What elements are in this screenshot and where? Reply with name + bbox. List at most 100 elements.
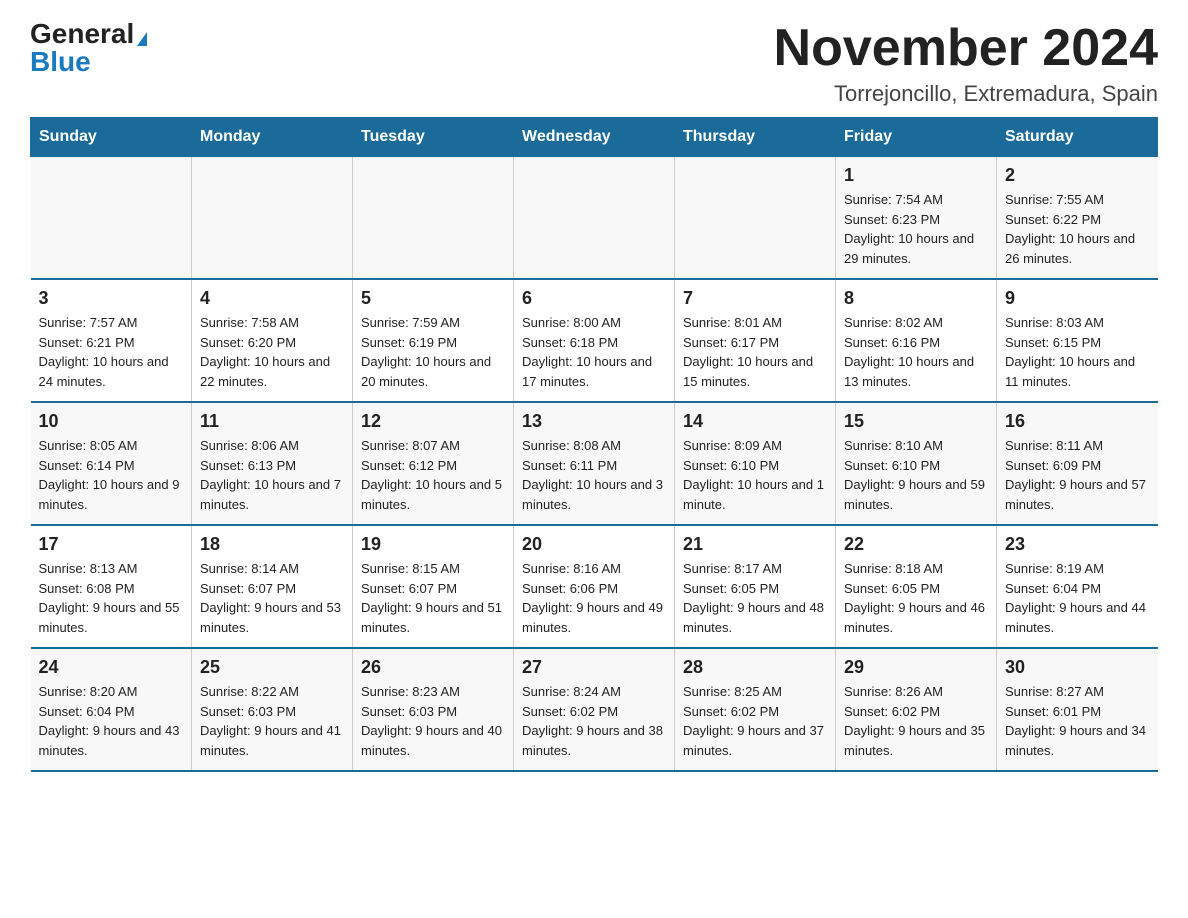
day-number: 4	[200, 288, 344, 309]
day-info: Sunrise: 8:14 AMSunset: 6:07 PMDaylight:…	[200, 559, 344, 637]
logo-triangle-icon	[137, 32, 147, 46]
day-number: 9	[1005, 288, 1150, 309]
calendar-cell: 24Sunrise: 8:20 AMSunset: 6:04 PMDayligh…	[31, 648, 192, 771]
day-info: Sunrise: 8:03 AMSunset: 6:15 PMDaylight:…	[1005, 313, 1150, 391]
logo-blue-text: Blue	[30, 46, 91, 77]
calendar-cell: 7Sunrise: 8:01 AMSunset: 6:17 PMDaylight…	[675, 279, 836, 402]
day-info: Sunrise: 8:01 AMSunset: 6:17 PMDaylight:…	[683, 313, 827, 391]
day-info: Sunrise: 8:18 AMSunset: 6:05 PMDaylight:…	[844, 559, 988, 637]
day-info: Sunrise: 8:16 AMSunset: 6:06 PMDaylight:…	[522, 559, 666, 637]
column-header-thursday: Thursday	[675, 118, 836, 157]
day-number: 12	[361, 411, 505, 432]
calendar-cell: 14Sunrise: 8:09 AMSunset: 6:10 PMDayligh…	[675, 402, 836, 525]
calendar-cell: 10Sunrise: 8:05 AMSunset: 6:14 PMDayligh…	[31, 402, 192, 525]
logo-top: General	[30, 20, 147, 48]
day-number: 16	[1005, 411, 1150, 432]
calendar-header-row: SundayMondayTuesdayWednesdayThursdayFrid…	[31, 118, 1158, 157]
day-number: 21	[683, 534, 827, 555]
page-header: General Blue November 2024 Torrejoncillo…	[30, 20, 1158, 107]
column-header-friday: Friday	[836, 118, 997, 157]
calendar-cell: 27Sunrise: 8:24 AMSunset: 6:02 PMDayligh…	[514, 648, 675, 771]
day-number: 1	[844, 165, 988, 186]
day-number: 6	[522, 288, 666, 309]
day-number: 18	[200, 534, 344, 555]
day-number: 8	[844, 288, 988, 309]
day-number: 10	[39, 411, 184, 432]
calendar-cell: 4 Sunrise: 7:58 AMSunset: 6:20 PMDaylight…	[192, 279, 353, 402]
day-info: Sunrise: 8:08 AMSunset: 6:11 PMDaylight:…	[522, 436, 666, 514]
day-number: 22	[844, 534, 988, 555]
calendar-cell	[514, 157, 675, 280]
calendar-week-row: 17 Sunrise: 8:13 AMSunset: 6:08 PMDayligh…	[31, 525, 1158, 648]
day-info: Sunrise: 8:26 AMSunset: 6:02 PMDaylight:…	[844, 682, 988, 760]
column-header-sunday: Sunday	[31, 118, 192, 157]
calendar-cell: 29 Sunrise: 8:26 AMSunset: 6:02 PMDayligh…	[836, 648, 997, 771]
column-header-wednesday: Wednesday	[514, 118, 675, 157]
calendar-cell: 26 Sunrise: 8:23 AMSunset: 6:03 PMDayligh…	[353, 648, 514, 771]
calendar-week-row: 3 Sunrise: 7:57 AMSunset: 6:21 PMDaylight…	[31, 279, 1158, 402]
day-info: Sunrise: 8:09 AMSunset: 6:10 PMDaylight:…	[683, 436, 827, 514]
logo: General Blue	[30, 20, 147, 76]
day-number: 19	[361, 534, 505, 555]
column-header-monday: Monday	[192, 118, 353, 157]
day-info: Sunrise: 8:11 AMSunset: 6:09 PMDaylight:…	[1005, 436, 1150, 514]
day-info: Sunrise: 8:00 AMSunset: 6:18 PMDaylight:…	[522, 313, 666, 391]
calendar-cell: 2 Sunrise: 7:55 AMSunset: 6:22 PMDaylight…	[997, 157, 1158, 280]
day-info: Sunrise: 8:27 AMSunset: 6:01 PMDaylight:…	[1005, 682, 1150, 760]
day-number: 3	[39, 288, 184, 309]
calendar-cell: 22 Sunrise: 8:18 AMSunset: 6:05 PMDayligh…	[836, 525, 997, 648]
day-info: Sunrise: 7:57 AMSunset: 6:21 PMDaylight:…	[39, 313, 184, 391]
calendar-cell: 3 Sunrise: 7:57 AMSunset: 6:21 PMDaylight…	[31, 279, 192, 402]
day-info: Sunrise: 8:07 AMSunset: 6:12 PMDaylight:…	[361, 436, 505, 514]
title-block: November 2024 Torrejoncillo, Extremadura…	[774, 20, 1158, 107]
calendar-cell: 8Sunrise: 8:02 AMSunset: 6:16 PMDaylight…	[836, 279, 997, 402]
day-info: Sunrise: 7:55 AMSunset: 6:22 PMDaylight:…	[1005, 190, 1150, 268]
day-number: 26	[361, 657, 505, 678]
calendar-cell: 18 Sunrise: 8:14 AMSunset: 6:07 PMDayligh…	[192, 525, 353, 648]
day-number: 28	[683, 657, 827, 678]
day-info: Sunrise: 8:06 AMSunset: 6:13 PMDaylight:…	[200, 436, 344, 514]
day-number: 17	[39, 534, 184, 555]
calendar-cell: 21 Sunrise: 8:17 AMSunset: 6:05 PMDayligh…	[675, 525, 836, 648]
day-info: Sunrise: 8:22 AMSunset: 6:03 PMDaylight:…	[200, 682, 344, 760]
day-number: 2	[1005, 165, 1150, 186]
day-number: 25	[200, 657, 344, 678]
day-info: Sunrise: 8:15 AMSunset: 6:07 PMDaylight:…	[361, 559, 505, 637]
calendar-cell: 11 Sunrise: 8:06 AMSunset: 6:13 PMDayligh…	[192, 402, 353, 525]
day-info: Sunrise: 8:23 AMSunset: 6:03 PMDaylight:…	[361, 682, 505, 760]
calendar-cell: 19 Sunrise: 8:15 AMSunset: 6:07 PMDayligh…	[353, 525, 514, 648]
day-number: 20	[522, 534, 666, 555]
calendar-cell	[353, 157, 514, 280]
day-number: 13	[522, 411, 666, 432]
day-info: Sunrise: 8:25 AMSunset: 6:02 PMDaylight:…	[683, 682, 827, 760]
day-info: Sunrise: 8:19 AMSunset: 6:04 PMDaylight:…	[1005, 559, 1150, 637]
calendar-cell: 15 Sunrise: 8:10 AMSunset: 6:10 PMDayligh…	[836, 402, 997, 525]
location-title: Torrejoncillo, Extremadura, Spain	[774, 81, 1158, 107]
calendar-cell: 28 Sunrise: 8:25 AMSunset: 6:02 PMDayligh…	[675, 648, 836, 771]
calendar-cell: 1 Sunrise: 7:54 AMSunset: 6:23 PMDaylight…	[836, 157, 997, 280]
day-number: 5	[361, 288, 505, 309]
calendar-cell: 20 Sunrise: 8:16 AMSunset: 6:06 PMDayligh…	[514, 525, 675, 648]
column-header-saturday: Saturday	[997, 118, 1158, 157]
day-info: Sunrise: 8:13 AMSunset: 6:08 PMDaylight:…	[39, 559, 184, 637]
day-number: 11	[200, 411, 344, 432]
calendar-cell	[192, 157, 353, 280]
day-info: Sunrise: 7:54 AMSunset: 6:23 PMDaylight:…	[844, 190, 988, 268]
day-info: Sunrise: 8:10 AMSunset: 6:10 PMDaylight:…	[844, 436, 988, 514]
calendar-week-row: 24Sunrise: 8:20 AMSunset: 6:04 PMDayligh…	[31, 648, 1158, 771]
day-number: 29	[844, 657, 988, 678]
calendar-table: SundayMondayTuesdayWednesdayThursdayFrid…	[30, 117, 1158, 772]
calendar-cell: 30Sunrise: 8:27 AMSunset: 6:01 PMDayligh…	[997, 648, 1158, 771]
calendar-cell: 6 Sunrise: 8:00 AMSunset: 6:18 PMDaylight…	[514, 279, 675, 402]
calendar-cell: 13 Sunrise: 8:08 AMSunset: 6:11 PMDayligh…	[514, 402, 675, 525]
calendar-cell	[31, 157, 192, 280]
calendar-cell	[675, 157, 836, 280]
calendar-cell: 9 Sunrise: 8:03 AMSunset: 6:15 PMDaylight…	[997, 279, 1158, 402]
day-number: 23	[1005, 534, 1150, 555]
day-info: Sunrise: 8:17 AMSunset: 6:05 PMDaylight:…	[683, 559, 827, 637]
day-info: Sunrise: 7:59 AMSunset: 6:19 PMDaylight:…	[361, 313, 505, 391]
calendar-cell: 16 Sunrise: 8:11 AMSunset: 6:09 PMDayligh…	[997, 402, 1158, 525]
day-info: Sunrise: 7:58 AMSunset: 6:20 PMDaylight:…	[200, 313, 344, 391]
day-number: 15	[844, 411, 988, 432]
calendar-cell: 23 Sunrise: 8:19 AMSunset: 6:04 PMDayligh…	[997, 525, 1158, 648]
